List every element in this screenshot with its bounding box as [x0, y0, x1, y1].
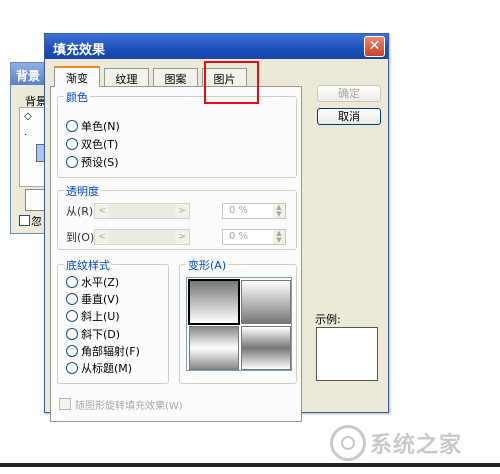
watermark: 系统之家 [330, 423, 492, 463]
tab-label: 图案 [164, 73, 187, 86]
to-slider[interactable]: < > [94, 229, 190, 245]
radio-label: 从标题(M) [81, 362, 133, 375]
sample-label: 示例: [315, 313, 341, 326]
variant-1[interactable] [188, 279, 240, 325]
slider-left-arrow[interactable]: < [95, 230, 109, 244]
sample-preview [316, 327, 378, 381]
omit-checkbox-label: 忽 [31, 215, 42, 228]
color-group-label: 颜色 [64, 89, 90, 105]
radio-label: 角部辐射(F) [81, 345, 140, 358]
radio-circle[interactable] [66, 138, 78, 150]
gradient-tab-panel: 颜色 单色(N) 双色(T) 预设(S) 透明度 从(R): < > 0 % ▲… [50, 86, 302, 422]
radio-circle[interactable] [66, 293, 78, 305]
cancel-button[interactable]: 取消 [317, 108, 381, 125]
to-value: 0 % [229, 231, 249, 242]
slider-right-arrow[interactable]: > [175, 204, 189, 218]
radio-diagonal-up[interactable]: 斜上(U) [66, 309, 120, 323]
radio-horizontal[interactable]: 水平(Z) [66, 275, 119, 289]
rotate-with-shape-checkbox[interactable] [59, 398, 71, 410]
radio-label: 预设(S) [81, 156, 119, 169]
color-group: 颜色 单色(N) 双色(T) 预设(S) [57, 89, 297, 178]
radio-from-title[interactable]: 从标题(M) [66, 361, 132, 375]
from-value: 0 % [229, 205, 249, 216]
tab-label: 渐变 [66, 72, 88, 85]
tab-texture[interactable]: 纹理 [104, 68, 149, 86]
omit-checkbox[interactable] [19, 215, 30, 226]
slider-left-arrow[interactable]: < [95, 204, 109, 218]
to-spinbox[interactable]: 0 % ▲ ▼ [222, 229, 286, 245]
picture-tab-highlight [204, 61, 259, 104]
from-spinbox[interactable]: 0 % ▲ ▼ [222, 203, 286, 219]
radio-two-colors[interactable]: 双色(T) [66, 137, 118, 151]
radio-circle[interactable] [66, 120, 78, 132]
spin-down-icon[interactable]: ▼ [276, 236, 281, 244]
slider-right-arrow[interactable]: > [175, 230, 189, 244]
bottom-border [0, 463, 500, 467]
radio-circle[interactable] [66, 345, 78, 357]
radio-one-color[interactable]: 单色(N) [66, 119, 120, 133]
tab-pattern[interactable]: 图案 [153, 68, 198, 86]
radio-label: 垂直(V) [81, 293, 120, 306]
from-slider[interactable]: < > [94, 203, 190, 219]
radio-circle[interactable] [66, 328, 78, 340]
radio-label: 斜下(D) [81, 328, 121, 341]
radio-label: 斜上(U) [81, 310, 120, 323]
tab-gradient[interactable]: 渐变 [54, 66, 100, 87]
radio-preset[interactable]: 预设(S) [66, 155, 119, 169]
radio-label: 单色(N) [81, 120, 120, 133]
variants-group: 变形(A) [179, 257, 297, 384]
rotate-with-shape-label: 随图形旋转填充效果(W) [75, 401, 183, 412]
transparency-group-label: 透明度 [64, 183, 101, 199]
variant-2[interactable] [241, 280, 291, 324]
close-button[interactable]: ✕ [364, 36, 385, 57]
watermark-logo-inner [341, 436, 355, 450]
variants-grid [186, 277, 292, 371]
tab-label: 纹理 [115, 73, 138, 86]
radio-circle[interactable] [66, 310, 78, 322]
radio-from-corner[interactable]: 角部辐射(F) [66, 344, 140, 358]
radio-circle[interactable] [66, 156, 78, 168]
radio-label: 双色(T) [81, 138, 119, 151]
radio-label: 水平(Z) [81, 276, 120, 289]
dot-icon: · [24, 130, 28, 141]
shading-styles-label: 底纹样式 [64, 257, 112, 273]
spin-arrows[interactable]: ▲ ▼ [273, 204, 285, 218]
spin-down-icon[interactable]: ▼ [276, 210, 281, 218]
radio-vertical[interactable]: 垂直(V) [66, 292, 119, 306]
ok-button[interactable]: 确定 [317, 85, 381, 102]
variants-label: 变形(A) [186, 257, 229, 273]
diamond-icon: ◇ [24, 111, 32, 122]
dialog-titlebar[interactable]: 填充效果 [45, 34, 388, 59]
close-icon: ✕ [368, 38, 381, 54]
dialog-title: 填充效果 [53, 43, 106, 58]
spin-arrows[interactable]: ▲ ▼ [273, 230, 285, 244]
fill-effects-dialog: 填充效果 ✕ 渐变 纹理 图案 图片 颜色 单色(N) 双色(T) 预设(S) … [44, 33, 389, 422]
shading-styles-group: 底纹样式 水平(Z) 垂直(V) 斜上(U) 斜下(D) 角部辐射(F) 从标题… [57, 257, 169, 384]
watermark-logo-icon [330, 425, 366, 461]
from-label: 从(R): [66, 205, 97, 218]
radio-diagonal-down[interactable]: 斜下(D) [66, 327, 120, 341]
radio-circle[interactable] [66, 276, 78, 288]
variant-4[interactable] [241, 326, 291, 370]
radio-circle[interactable] [66, 362, 78, 374]
variant-3[interactable] [189, 326, 239, 370]
transparency-group: 透明度 从(R): < > 0 % ▲ ▼ 到(O): < > 0 % ▲ ▼ [57, 183, 297, 250]
watermark-text: 系统之家 [370, 433, 463, 458]
